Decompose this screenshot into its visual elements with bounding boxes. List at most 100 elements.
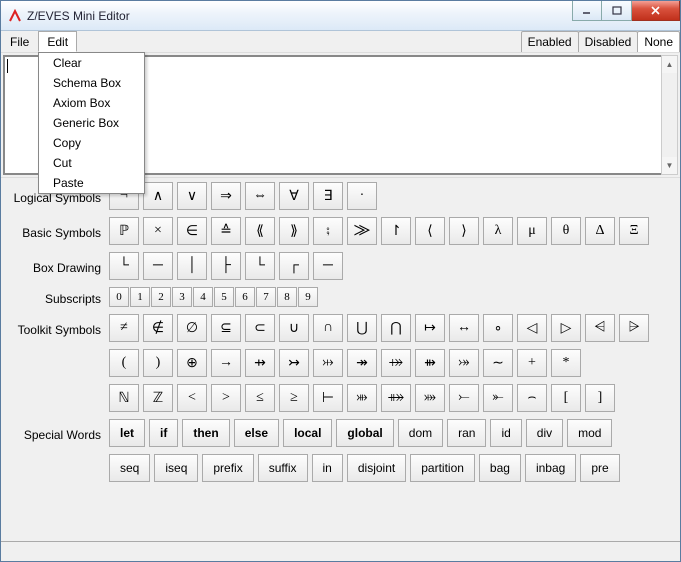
symbol-button[interactable]: 5 xyxy=(214,287,234,307)
symbol-button[interactable]: ↦ xyxy=(415,314,445,342)
symbol-button[interactable]: ⇔ xyxy=(245,182,275,210)
symbol-button[interactable]: ∪ xyxy=(279,314,309,342)
symbol-button[interactable]: ∼ xyxy=(483,349,513,377)
symbol-button[interactable]: 4 xyxy=(193,287,213,307)
symbol-button[interactable]: disjoint xyxy=(347,454,406,482)
symbol-button[interactable]: ℤ xyxy=(143,384,173,412)
symbol-button[interactable]: ⨟ xyxy=(313,217,343,245)
vertical-scrollbar[interactable]: ▲ ▼ xyxy=(661,55,678,175)
symbol-button[interactable]: ∉ xyxy=(143,314,173,342)
symbol-button[interactable]: ⤀ xyxy=(381,349,411,377)
symbol-button[interactable]: ∅ xyxy=(177,314,207,342)
scroll-down-icon[interactable]: ▼ xyxy=(662,157,677,174)
scroll-up-icon[interactable]: ▲ xyxy=(662,56,677,73)
symbol-button[interactable]: suffix xyxy=(258,454,308,482)
filter-none[interactable]: None xyxy=(637,31,680,52)
symbol-button[interactable]: ─ xyxy=(143,252,173,280)
symbol-button[interactable]: then xyxy=(182,419,229,447)
symbol-button[interactable]: ⊕ xyxy=(177,349,207,377)
maximize-button[interactable] xyxy=(602,1,632,21)
symbol-button[interactable]: else xyxy=(234,419,279,447)
symbol-button[interactable]: ⤜ xyxy=(483,384,513,412)
symbol-button[interactable]: ┌ xyxy=(279,252,309,280)
symbol-button[interactable]: ∨ xyxy=(177,182,207,210)
symbol-button[interactable]: < xyxy=(177,384,207,412)
menu-axiom-box[interactable]: Axiom Box xyxy=(39,93,144,113)
symbol-button[interactable]: · xyxy=(347,182,377,210)
symbol-button[interactable]: ⟩ xyxy=(449,217,479,245)
symbol-button[interactable]: ↣ xyxy=(279,349,309,377)
symbol-button[interactable]: ∘ xyxy=(483,314,513,342)
symbol-button[interactable]: seq xyxy=(109,454,150,482)
symbol-button[interactable]: ⩥ xyxy=(619,314,649,342)
symbol-button[interactable]: └ xyxy=(245,252,275,280)
symbol-button[interactable]: ↾ xyxy=(381,217,411,245)
menu-paste[interactable]: Paste xyxy=(39,173,144,193)
symbol-button[interactable]: ⇸ xyxy=(245,349,275,377)
menu-file[interactable]: File xyxy=(1,31,38,52)
symbol-button[interactable]: ↔ xyxy=(449,314,479,342)
symbol-button[interactable]: ⟪ xyxy=(245,217,275,245)
symbol-button[interactable]: * xyxy=(551,349,581,377)
symbol-button[interactable]: 6 xyxy=(235,287,255,307)
symbol-button[interactable]: ├ xyxy=(211,252,241,280)
symbol-button[interactable]: if xyxy=(149,419,178,447)
symbol-button[interactable]: 8 xyxy=(277,287,297,307)
symbol-button[interactable]: pre xyxy=(580,454,619,482)
symbol-button[interactable]: λ xyxy=(483,217,513,245)
symbol-button[interactable]: ∃ xyxy=(313,182,343,210)
symbol-button[interactable]: ) xyxy=(143,349,173,377)
symbol-button[interactable]: in xyxy=(312,454,343,482)
symbol-button[interactable]: 7 xyxy=(256,287,276,307)
symbol-button[interactable]: ℕ xyxy=(109,384,139,412)
menu-copy[interactable]: Copy xyxy=(39,133,144,153)
symbol-button[interactable]: local xyxy=(283,419,332,447)
symbol-button[interactable]: ( xyxy=(109,349,139,377)
symbol-button[interactable]: ⇻ xyxy=(415,349,445,377)
symbol-button[interactable]: [ xyxy=(551,384,581,412)
menu-clear[interactable]: Clear xyxy=(39,53,144,73)
symbol-button[interactable]: ⤁ xyxy=(381,384,411,412)
symbol-button[interactable]: × xyxy=(143,217,173,245)
symbol-button[interactable]: μ xyxy=(517,217,547,245)
symbol-button[interactable]: ⊢ xyxy=(313,384,343,412)
symbol-button[interactable]: 0 xyxy=(109,287,129,307)
symbol-button[interactable]: partition xyxy=(410,454,475,482)
symbol-button[interactable]: θ xyxy=(551,217,581,245)
menu-edit[interactable]: Edit xyxy=(38,31,77,52)
minimize-button[interactable] xyxy=(572,1,602,21)
menu-cut[interactable]: Cut xyxy=(39,153,144,173)
symbol-button[interactable]: ⤖ xyxy=(449,349,479,377)
symbol-button[interactable]: ℙ xyxy=(109,217,139,245)
symbol-button[interactable]: ⨠ xyxy=(347,217,377,245)
symbol-button[interactable]: ⩤ xyxy=(585,314,615,342)
symbol-button[interactable]: ⋃ xyxy=(347,314,377,342)
menu-generic-box[interactable]: Generic Box xyxy=(39,113,144,133)
symbol-button[interactable]: ⤗ xyxy=(415,384,445,412)
symbol-button[interactable]: mod xyxy=(567,419,612,447)
symbol-button[interactable]: global xyxy=(336,419,393,447)
symbol-button[interactable]: > xyxy=(211,384,241,412)
symbol-button[interactable]: ▷ xyxy=(551,314,581,342)
symbol-button[interactable]: └ xyxy=(109,252,139,280)
symbol-button[interactable]: ⟫ xyxy=(279,217,309,245)
symbol-button[interactable]: inbag xyxy=(525,454,576,482)
symbol-button[interactable]: ↠ xyxy=(347,349,377,377)
symbol-button[interactable]: Δ xyxy=(585,217,615,245)
symbol-button[interactable]: ≙ xyxy=(211,217,241,245)
symbol-button[interactable]: ⟨ xyxy=(415,217,445,245)
symbol-button[interactable]: id xyxy=(490,419,521,447)
symbol-button[interactable]: ◁ xyxy=(517,314,547,342)
symbol-button[interactable]: ⇒ xyxy=(211,182,241,210)
symbol-button[interactable]: ─ xyxy=(313,252,343,280)
symbol-button[interactable]: let xyxy=(109,419,145,447)
symbol-button[interactable]: ⌢ xyxy=(517,384,547,412)
symbol-button[interactable]: 9 xyxy=(298,287,318,307)
symbol-button[interactable]: prefix xyxy=(202,454,253,482)
filter-enabled[interactable]: Enabled xyxy=(521,31,579,52)
symbol-button[interactable]: ⊂ xyxy=(245,314,275,342)
symbol-button[interactable]: 3 xyxy=(172,287,192,307)
symbol-button[interactable]: ∩ xyxy=(313,314,343,342)
symbol-button[interactable]: ≠ xyxy=(109,314,139,342)
symbol-button[interactable]: dom xyxy=(398,419,443,447)
